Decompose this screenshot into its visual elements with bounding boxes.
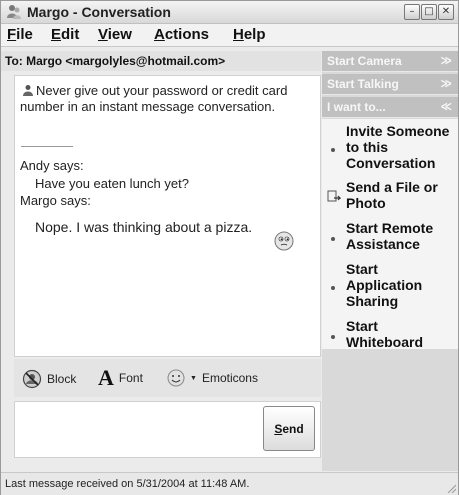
menu-view[interactable]: View bbox=[98, 26, 132, 43]
security-warning-text: Never give out your password or credit c… bbox=[20, 83, 288, 114]
font-label: Font bbox=[118, 371, 143, 385]
block-button[interactable]: Block bbox=[22, 369, 76, 389]
task-whiteboard[interactable]: Start Whiteboard bbox=[322, 318, 458, 352]
font-button[interactable]: A Font bbox=[98, 365, 143, 390]
window-title: Margo - Conversation bbox=[27, 4, 171, 20]
warning-divider bbox=[21, 146, 73, 147]
font-icon: A bbox=[98, 365, 114, 390]
task-remote-assistance[interactable]: Start Remote Assistance bbox=[322, 220, 458, 254]
bullet-icon bbox=[331, 237, 335, 241]
message-speaker: Andy says: bbox=[20, 158, 84, 173]
message-text: Nope. I was thinking about a pizza. bbox=[35, 219, 253, 235]
menu-edit[interactable]: Edit bbox=[51, 26, 79, 43]
close-button[interactable]: ✕ bbox=[438, 4, 454, 20]
emoticons-button[interactable]: ▼ Emoticons bbox=[167, 369, 258, 387]
minimize-button[interactable]: – bbox=[404, 4, 420, 20]
message-speaker: Margo says: bbox=[20, 193, 91, 208]
restore-button[interactable]: □ bbox=[421, 4, 437, 20]
menu-actions[interactable]: Actions bbox=[154, 26, 209, 43]
recipient-label: To: Margo <margolyles@hotmail.com> bbox=[5, 54, 226, 68]
bullet-icon bbox=[331, 335, 335, 339]
dropdown-arrow-icon: ▼ bbox=[190, 374, 197, 382]
resize-grip-icon[interactable] bbox=[446, 483, 456, 493]
task-send-file[interactable]: Send a File or Photo bbox=[322, 179, 458, 213]
status-bar: Last message received on 5/31/2004 at 11… bbox=[1, 472, 458, 495]
task-invite-someone[interactable]: Invite Someone to this Conversation bbox=[322, 123, 458, 173]
window-controls: – □ ✕ bbox=[404, 4, 454, 20]
i-want-to-header[interactable]: I want to... ≪ bbox=[322, 97, 458, 118]
send-file-icon bbox=[327, 190, 341, 202]
collapse-chevron-icon[interactable]: ≪ bbox=[440, 100, 452, 113]
send-button[interactable]: Send bbox=[263, 406, 315, 451]
message-text: Have you eaten lunch yet? bbox=[35, 176, 189, 191]
menu-bar: File Edit View Actions Help bbox=[1, 24, 458, 47]
thinking-emoticon-icon bbox=[274, 231, 294, 251]
conversation-history[interactable]: Never give out your password or credit c… bbox=[14, 75, 321, 357]
messenger-buddy-icon bbox=[7, 5, 21, 19]
recipient-bar: To: Margo <margolyles@hotmail.com> bbox=[1, 51, 321, 71]
expand-chevron-icon[interactable]: ≫ bbox=[440, 77, 452, 90]
smiley-icon bbox=[167, 369, 185, 387]
message-input[interactable]: Send bbox=[14, 401, 321, 458]
start-talking-header[interactable]: Start Talking ≫ bbox=[322, 74, 458, 95]
conversation-window: Margo - Conversation – □ ✕ File Edit Vie… bbox=[0, 0, 459, 495]
expand-chevron-icon[interactable]: ≫ bbox=[440, 54, 452, 67]
task-application-sharing[interactable]: Start Application Sharing bbox=[322, 261, 458, 311]
menu-help[interactable]: Help bbox=[233, 26, 266, 43]
emoticons-label: Emoticons bbox=[201, 371, 258, 385]
block-icon bbox=[22, 369, 42, 389]
status-text: Last message received on 5/31/2004 at 11… bbox=[5, 478, 250, 490]
task-pane: Start Camera ≫ Start Talking ≫ I want to… bbox=[322, 51, 458, 471]
title-bar[interactable]: Margo - Conversation – □ ✕ bbox=[1, 1, 458, 24]
block-label: Block bbox=[47, 372, 77, 386]
i-want-to-panel: Invite Someone to this Conversation Send… bbox=[322, 119, 458, 352]
start-camera-header[interactable]: Start Camera ≫ bbox=[322, 51, 458, 72]
menu-file[interactable]: File bbox=[7, 26, 33, 43]
bullet-icon bbox=[331, 286, 335, 290]
format-toolbar: Block A Font ▼ Emoticons bbox=[14, 359, 321, 397]
bullet-icon bbox=[331, 148, 335, 152]
